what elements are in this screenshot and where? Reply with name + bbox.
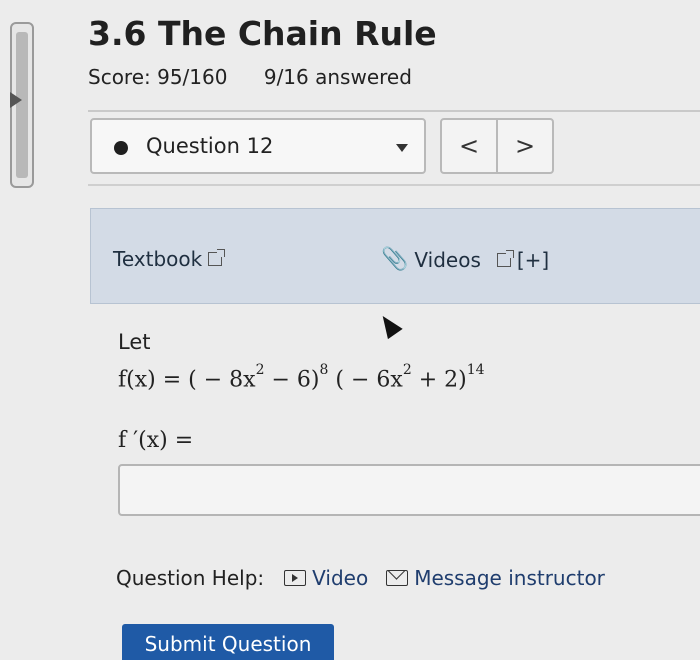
mouse-cursor-icon [375,310,403,340]
question-help-label: Question Help: [116,566,265,590]
question-intro: Let [118,330,151,354]
external-link-icon [496,249,514,267]
answered-count: 9/16 answered [263,65,412,89]
term2-rest: + 2) [411,367,467,393]
expand-arrow-icon[interactable] [10,92,22,108]
page-title: 3.6 The Chain Rule [88,14,437,53]
question-nav-group: < > [440,118,554,174]
next-question-button[interactable]: > [496,120,552,172]
question-body: Let [118,330,150,354]
term1-inner-exponent: 2 [255,362,265,378]
external-link-icon [208,249,226,266]
paperclip-icon: 📎 [381,247,409,272]
score-line: Score: 95/160 9/16 answered [88,65,442,89]
function-formula: f(x) = ( − 8x2 − 6)8 ( − 6x2 + 2)14 [118,362,485,393]
message-instructor-label: Message instructor [414,566,605,590]
score-text: Score: 95/160 [88,65,228,89]
derivative-label: f ′(x) = [118,428,194,453]
function-name: f(x) = [118,367,189,393]
divider [88,110,700,112]
question-select-label: Question 12 [146,134,274,158]
textbook-link[interactable]: Textbook [113,247,226,271]
term1-rest: − 6) [264,367,320,393]
answer-input[interactable] [118,464,700,516]
mail-icon [386,570,409,586]
term2-exponent: 14 [466,362,485,378]
question-select[interactable]: Question 12 [90,118,426,174]
prev-question-button[interactable]: < [442,120,496,172]
status-dot-icon [114,141,128,155]
term2-inner-exponent: 2 [402,362,412,378]
video-icon [284,570,307,586]
message-instructor-link[interactable]: Message instructor [386,566,605,590]
resources-panel: Textbook 📎 Videos [+] [90,208,700,304]
term1-exponent: 8 [319,362,329,378]
textbook-label: Textbook [113,247,203,271]
term2-base: ( − 6x [335,367,403,393]
help-video-link[interactable]: Video [284,566,368,590]
submit-question-button[interactable]: Submit Question [122,624,334,660]
videos-label: Videos [414,247,481,272]
videos-link[interactable]: 📎 Videos [+] [381,247,549,272]
help-video-label: Video [312,566,369,590]
question-help: Question Help: Video Message instructor [116,566,605,590]
term1-base: ( − 8x [188,367,256,393]
divider [88,184,700,186]
chevron-down-icon [396,144,408,152]
expand-resources-button[interactable]: [+] [517,248,549,272]
